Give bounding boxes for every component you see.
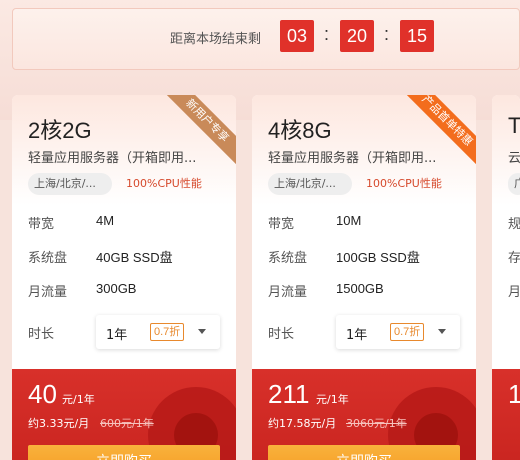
spec-label-partial: 月 — [508, 285, 520, 300]
card-title: T — [508, 113, 520, 138]
price-monthly: 约17.58元/月 — [268, 417, 337, 430]
duration-label: 时长 — [28, 327, 55, 342]
buy-button[interactable]: 立即购买 — [28, 445, 220, 460]
duration-value: 1年 — [346, 328, 368, 343]
card-title: 2核2G — [28, 118, 92, 143]
card-description: 轻量应用服务器（开箱即用... — [28, 151, 197, 166]
region-tag[interactable]: 广 — [508, 173, 520, 195]
price-original: 3060元/1年 — [346, 417, 407, 430]
spec-value-traffic: 300GB — [96, 281, 137, 296]
product-card-4c8g: 产品首单特惠 4核8G 轻量应用服务器（开箱即用... 上海/北京/... 10… — [252, 95, 476, 460]
duration-label: 时长 — [268, 327, 295, 342]
price-unit: 元/1年 — [62, 393, 95, 406]
countdown-bar — [12, 8, 520, 70]
price-unit: 元/1年 — [316, 393, 349, 406]
countdown-separator: : — [384, 24, 390, 44]
spec-value-bandwidth: 10M — [336, 213, 362, 228]
chevron-down-icon — [438, 329, 446, 334]
region-tag[interactable]: 上海/北京/... — [268, 173, 352, 195]
price-monthly: 约3.33元/月 — [28, 417, 90, 430]
cpu-tag: 100%CPU性能 — [366, 177, 442, 190]
card-description: 云 — [508, 151, 520, 166]
region-tag[interactable]: 上海/北京/... — [28, 173, 112, 195]
countdown-minutes: 20 — [340, 20, 374, 52]
spec-label-traffic: 月流量 — [28, 285, 68, 300]
product-card-2c2g: 新用户专享 2核2G 轻量应用服务器（开箱即用... 上海/北京/... 100… — [12, 95, 236, 460]
spec-label-disk: 系统盘 — [28, 251, 68, 266]
countdown-separator: : — [324, 24, 330, 44]
price-amount: 1 — [508, 379, 520, 409]
spec-value-bandwidth: 4M — [96, 213, 115, 228]
duration-select[interactable]: 1年 0.7折 — [336, 315, 460, 349]
chevron-down-icon — [198, 329, 206, 334]
spec-label-bandwidth: 带宽 — [268, 217, 295, 232]
discount-badge: 0.7折 — [390, 323, 425, 341]
card-description: 轻量应用服务器（开箱即用... — [268, 151, 437, 166]
duration-value: 1年 — [106, 328, 128, 343]
price-amount: 40 — [28, 379, 57, 409]
price-panel: 1 — [492, 369, 520, 460]
price-original: 600元/1年 — [100, 417, 154, 430]
spec-label-partial: 规 — [508, 217, 520, 232]
spec-value-traffic: 1500GB — [336, 281, 384, 296]
spec-label-disk: 系统盘 — [268, 251, 308, 266]
spec-value-disk: 40GB SSD盘 — [96, 250, 173, 265]
spec-label-bandwidth: 带宽 — [28, 217, 55, 232]
countdown-seconds: 15 — [400, 20, 434, 52]
spec-label-traffic: 月流量 — [268, 285, 308, 300]
price-panel: 211 元/1年 约17.58元/月 3060元/1年 立即购买 — [252, 369, 476, 460]
cpu-tag: 100%CPU性能 — [126, 177, 202, 190]
spec-value-disk: 100GB SSD盘 — [336, 250, 420, 265]
spec-label-partial: 存 — [508, 251, 520, 266]
duration-select[interactable]: 1年 0.7折 — [96, 315, 220, 349]
countdown-hours: 03 — [280, 20, 314, 52]
price-amount: 211 — [268, 379, 310, 409]
buy-button[interactable]: 立即购买 — [268, 445, 460, 460]
discount-badge: 0.7折 — [150, 323, 185, 341]
price-panel: 40 元/1年 约3.33元/月 600元/1年 立即购买 — [12, 369, 236, 460]
card-title: 4核8G — [268, 118, 332, 143]
countdown-label: 距离本场结束剩 — [170, 32, 262, 47]
product-card-partial: T 云 广 规 存 月 1 — [492, 95, 520, 460]
